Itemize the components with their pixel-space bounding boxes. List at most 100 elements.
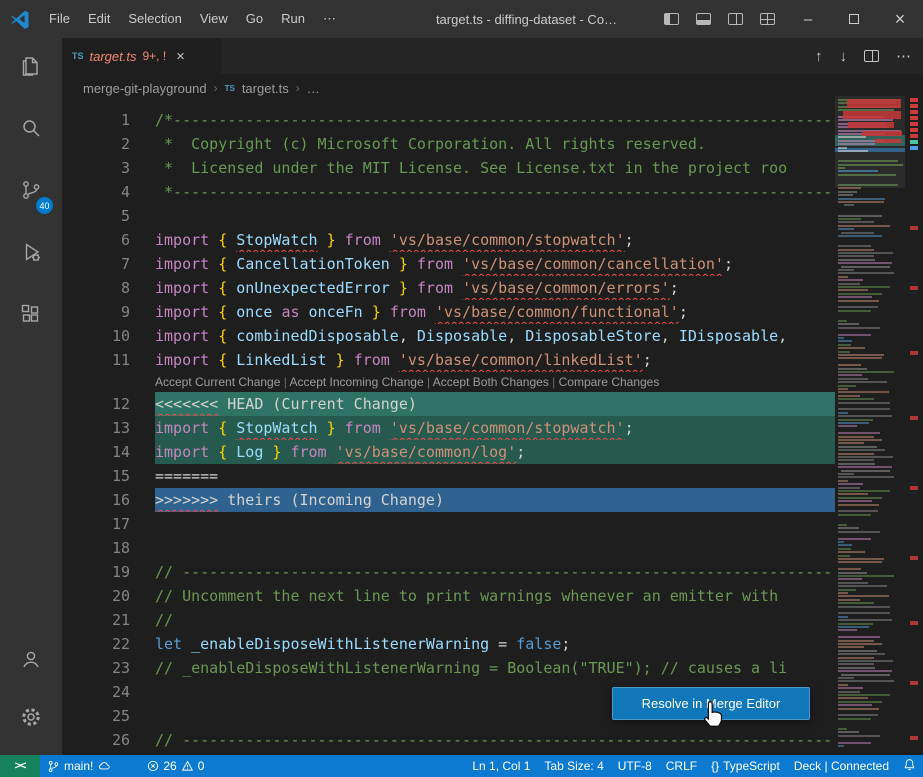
tab-close-icon[interactable]: × — [176, 49, 185, 64]
code-line: 19 // -----------------------------------… — [62, 560, 835, 584]
status-eol[interactable]: CRLF — [659, 755, 704, 777]
toggle-secondary-sidebar-icon[interactable] — [728, 13, 743, 25]
split-editor-icon[interactable] — [864, 50, 879, 62]
toggle-primary-sidebar-icon[interactable] — [664, 13, 679, 25]
line-content[interactable] — [155, 536, 835, 560]
codelens-action[interactable]: Accept Current Change — [155, 375, 280, 389]
line-content[interactable]: ======= — [155, 464, 835, 488]
line-number[interactable]: 23 — [62, 656, 130, 680]
line-number[interactable]: 12 — [62, 392, 130, 416]
line-content[interactable]: * Licensed under the MIT License. See Li… — [155, 156, 835, 180]
line-content[interactable]: // -------------------------------------… — [155, 560, 835, 584]
line-content[interactable]: import { StopWatch } from 'vs/base/commo… — [155, 228, 835, 252]
tab-target-ts[interactable]: TS target.ts 9+, ! × — [62, 38, 222, 74]
line-number[interactable]: 7 — [62, 252, 130, 276]
line-content[interactable]: <<<<<<< HEAD (Current Change) — [155, 392, 835, 416]
code-line: 11 import { LinkedList } from 'vs/base/co… — [62, 348, 835, 372]
remote-indicator[interactable]: >< — [0, 755, 40, 777]
overview-ruler[interactable] — [905, 96, 923, 755]
line-content[interactable]: import { CancellationToken } from 'vs/ba… — [155, 252, 835, 276]
line-number[interactable]: 19 — [62, 560, 130, 584]
activitybar-extensions[interactable] — [7, 292, 55, 340]
menu-item-run[interactable]: Run — [272, 0, 314, 38]
breadcrumb-item[interactable]: target.ts — [242, 81, 289, 96]
line-number[interactable]: 9 — [62, 300, 130, 324]
line-content[interactable]: // — [155, 608, 835, 632]
toggle-panel-icon[interactable] — [696, 13, 711, 25]
menu-item-go[interactable]: Go — [237, 0, 272, 38]
maximize-button[interactable] — [831, 0, 877, 38]
close-button[interactable]: × — [877, 0, 923, 38]
line-number[interactable]: 26 — [62, 728, 130, 752]
line-content[interactable]: import { StopWatch } from 'vs/base/commo… — [155, 416, 835, 440]
source-control-badge: 40 — [36, 197, 53, 214]
line-number[interactable]: 20 — [62, 584, 130, 608]
line-content[interactable]: // -------------------------------------… — [155, 728, 835, 752]
line-content[interactable]: * Copyright (c) Microsoft Corporation. A… — [155, 132, 835, 156]
line-content[interactable]: // Uncomment the next line to print warn… — [155, 584, 835, 608]
line-content[interactable]: *---------------------------------------… — [155, 180, 835, 204]
line-content[interactable] — [155, 204, 835, 228]
problems-indicator[interactable]: 26 0 — [140, 755, 211, 777]
status-encoding[interactable]: UTF-8 — [611, 755, 659, 777]
line-number[interactable]: 1 — [62, 108, 130, 132]
menu-item-more[interactable]: ⋯ — [314, 0, 345, 38]
line-number[interactable]: 13 — [62, 416, 130, 440]
line-content[interactable]: >>>>>>> theirs (Incoming Change) — [155, 488, 835, 512]
previous-change-icon[interactable]: ↑ — [815, 48, 823, 65]
activitybar-source-control[interactable]: 40 — [7, 168, 55, 216]
line-number[interactable]: 10 — [62, 324, 130, 348]
line-content[interactable]: let _enableDisposeWithListenerWarning = … — [155, 632, 835, 656]
breadcrumb-item[interactable]: … — [307, 81, 320, 96]
line-number[interactable]: 8 — [62, 276, 130, 300]
branch-indicator[interactable]: main! — [40, 755, 118, 777]
line-number[interactable]: 18 — [62, 536, 130, 560]
line-content[interactable]: import { Log } from 'vs/base/common/log'… — [155, 440, 835, 464]
status-tab-size[interactable]: Tab Size: 4 — [537, 755, 610, 777]
codelens-action[interactable]: Accept Incoming Change — [290, 375, 424, 389]
minimize-button[interactable]: – — [785, 0, 831, 38]
minimap[interactable] — [835, 96, 905, 755]
line-number[interactable]: 14 — [62, 440, 130, 464]
line-content[interactable]: import { onUnexpectedError } from 'vs/ba… — [155, 276, 835, 300]
menu-item-edit[interactable]: Edit — [79, 0, 119, 38]
line-number[interactable]: 17 — [62, 512, 130, 536]
codelens-action[interactable]: Accept Both Changes — [433, 375, 549, 389]
status-deck-connection[interactable]: Deck | Connected — [787, 755, 896, 777]
status-language-typescript[interactable]: {}TypeScript — [704, 755, 787, 777]
activitybar-explorer[interactable] — [7, 44, 55, 92]
line-number[interactable]: 5 — [62, 204, 130, 228]
more-actions-icon[interactable]: ⋯ — [896, 47, 911, 65]
customize-layout-icon[interactable] — [760, 13, 775, 25]
breadcrumb-item[interactable]: merge-git-playground — [83, 81, 207, 96]
line-content[interactable]: import { combinedDisposable, Disposable,… — [155, 324, 835, 348]
activitybar-search[interactable] — [7, 106, 55, 154]
line-number[interactable]: 22 — [62, 632, 130, 656]
status-cursor-position[interactable]: Ln 1, Col 1 — [465, 755, 537, 777]
line-number[interactable]: 24 — [62, 680, 130, 704]
codelens-action[interactable]: Compare Changes — [559, 375, 660, 389]
line-number[interactable]: 16 — [62, 488, 130, 512]
line-content[interactable]: /*--------------------------------------… — [155, 108, 835, 132]
line-content[interactable]: import { LinkedList } from 'vs/base/comm… — [155, 348, 835, 372]
next-change-icon[interactable]: ↓ — [840, 48, 848, 65]
line-number[interactable]: 2 — [62, 132, 130, 156]
line-content[interactable]: // _enableDisposeWithListenerWarning = B… — [155, 656, 835, 680]
activitybar-accounts[interactable] — [7, 637, 55, 685]
code-editor[interactable]: 1 /*-------------------------------------… — [62, 102, 835, 755]
line-number[interactable]: 25 — [62, 704, 130, 728]
activitybar-settings[interactable] — [7, 695, 55, 743]
line-number[interactable]: 15 — [62, 464, 130, 488]
menu-item-view[interactable]: View — [191, 0, 237, 38]
line-number[interactable]: 6 — [62, 228, 130, 252]
activitybar-run-debug[interactable] — [7, 230, 55, 278]
menu-item-selection[interactable]: Selection — [119, 0, 190, 38]
line-number[interactable]: 11 — [62, 348, 130, 372]
status-notifications[interactable] — [896, 755, 923, 777]
menu-item-file[interactable]: File — [40, 0, 79, 38]
line-number[interactable]: 4 — [62, 180, 130, 204]
line-content[interactable]: import { once as onceFn } from 'vs/base/… — [155, 300, 835, 324]
line-content[interactable] — [155, 512, 835, 536]
line-number[interactable]: 3 — [62, 156, 130, 180]
line-number[interactable]: 21 — [62, 608, 130, 632]
